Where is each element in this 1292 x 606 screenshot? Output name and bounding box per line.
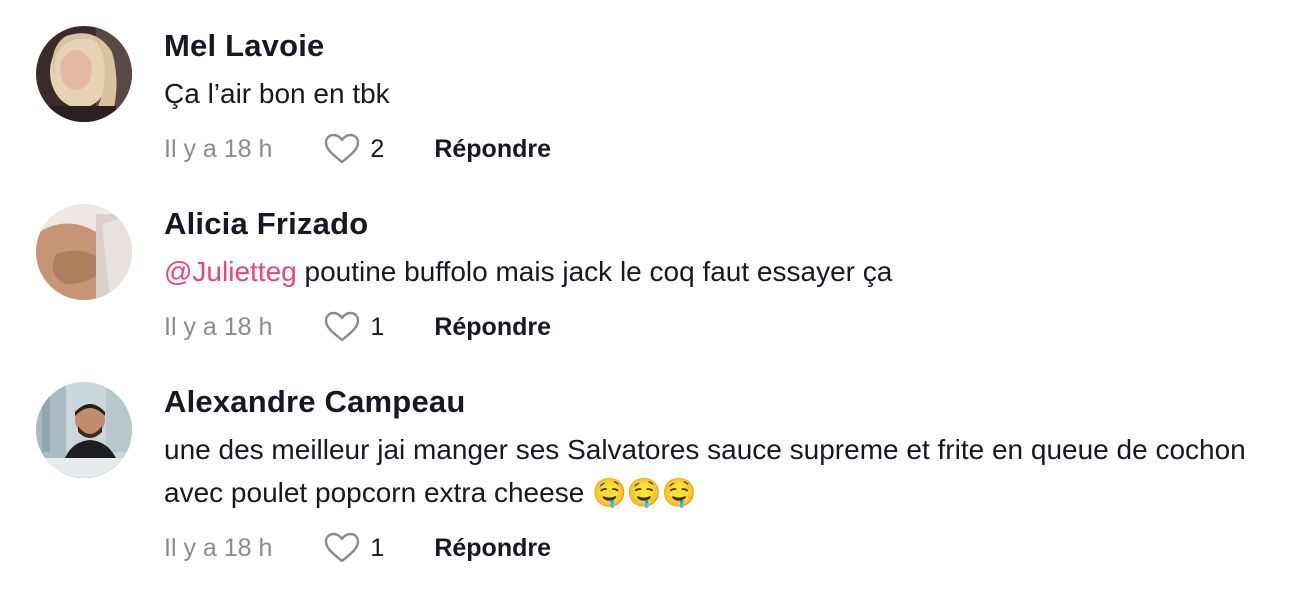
comment-content: Mel Lavoie Ça l’air bon en tbk Il y a 18… bbox=[164, 26, 1276, 167]
comment-timestamp: Il y a 18 h bbox=[164, 312, 273, 341]
comment-body: poutine buffolo mais jack le coq faut es… bbox=[296, 256, 893, 287]
like-count: 1 bbox=[370, 312, 385, 341]
comment-meta: Il y a 18 h 1 Répondre bbox=[164, 309, 1276, 345]
like-button[interactable]: 1 bbox=[324, 532, 384, 564]
heart-icon bbox=[325, 133, 360, 164]
like-button[interactable]: 1 bbox=[324, 311, 384, 343]
comment-meta: Il y a 18 h 1 Répondre bbox=[164, 530, 1276, 566]
comment-text: une des meilleur jai manger ses Salvator… bbox=[164, 428, 1276, 514]
heart-icon bbox=[325, 311, 360, 342]
user-avatar-photo-icon bbox=[36, 204, 132, 300]
comment-timestamp: Il y a 18 h bbox=[164, 533, 273, 562]
like-count: 2 bbox=[370, 134, 385, 163]
comment-text: Ça l’air bon en tbk bbox=[164, 72, 1276, 115]
like-count: 1 bbox=[370, 533, 385, 562]
heart-icon bbox=[325, 532, 360, 563]
comment-body: Ça l’air bon en tbk bbox=[164, 78, 390, 109]
user-mention-link[interactable]: @Julietteg bbox=[164, 256, 297, 287]
comment-content: Alicia Frizado @Julietteg poutine buffol… bbox=[164, 204, 1276, 345]
reply-button[interactable]: Répondre bbox=[434, 534, 551, 563]
comment-content: Alexandre Campeau une des meilleur jai m… bbox=[164, 382, 1276, 566]
avatar[interactable] bbox=[36, 204, 132, 300]
avatar[interactable] bbox=[36, 382, 132, 478]
comment-author[interactable]: Alexandre Campeau bbox=[164, 382, 1276, 422]
like-button[interactable]: 2 bbox=[324, 133, 384, 165]
reply-button[interactable]: Répondre bbox=[434, 313, 551, 342]
comment-meta: Il y a 18 h 2 Répondre bbox=[164, 131, 1276, 167]
avatar[interactable] bbox=[36, 26, 132, 122]
user-avatar-photo-icon bbox=[36, 26, 132, 122]
user-avatar-photo-icon bbox=[36, 382, 132, 478]
comment-author[interactable]: Alicia Frizado bbox=[164, 204, 1276, 244]
comment-text: @Julietteg poutine buffolo mais jack le … bbox=[164, 250, 1276, 293]
reply-button[interactable]: Répondre bbox=[434, 135, 551, 164]
comment-body: une des meilleur jai manger ses Salvator… bbox=[164, 434, 1246, 508]
comment-timestamp: Il y a 18 h bbox=[164, 134, 273, 163]
comment-author[interactable]: Mel Lavoie bbox=[164, 26, 1276, 66]
